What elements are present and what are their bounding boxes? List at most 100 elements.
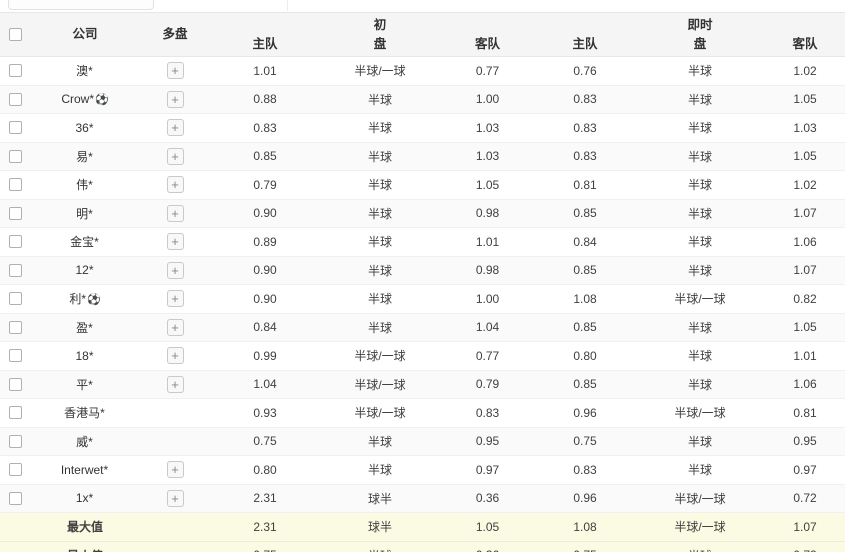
row-checkbox[interactable]: [9, 207, 22, 220]
initial-away-odds: 1.05: [440, 178, 535, 192]
initial-handicap-line: 半球: [320, 262, 440, 279]
live-handicap-line: 半球/一球: [635, 404, 765, 421]
live-handicap-line: 半球: [635, 176, 765, 193]
row-checkbox[interactable]: [9, 64, 22, 77]
expand-plus-button[interactable]: +: [167, 290, 184, 307]
summary-live-away: 1.07: [765, 520, 845, 534]
expand-plus-button[interactable]: +: [167, 461, 184, 478]
expand-plus-button[interactable]: +: [167, 319, 184, 336]
initial-home-odds: 1.04: [210, 377, 320, 391]
live-home-odds: 0.83: [535, 121, 635, 135]
initial-away-odds: 1.00: [440, 292, 535, 306]
live-away-odds: 0.81: [765, 406, 845, 420]
initial-home-odds: 0.89: [210, 235, 320, 249]
expand-plus-button[interactable]: +: [167, 262, 184, 279]
live-home-odds: 0.85: [535, 263, 635, 277]
table-row: 36* + 0.83 半球 1.03 0.83 半球 1.03: [0, 114, 845, 143]
row-checkbox[interactable]: [9, 178, 22, 191]
live-away-odds: 1.02: [765, 64, 845, 78]
live-handicap-line: 半球: [635, 91, 765, 108]
table-row: 18* + 0.99 半球/一球 0.77 0.80 半球 1.01: [0, 342, 845, 371]
initial-home-odds: 0.88: [210, 92, 320, 106]
header-live-handicap: 即时 盘: [635, 16, 765, 54]
row-checkbox[interactable]: [9, 349, 22, 362]
row-checkbox-cell: [0, 492, 30, 505]
company-cell: Interwet*: [30, 463, 140, 477]
expand-plus-button[interactable]: +: [167, 91, 184, 108]
initial-away-odds: 0.79: [440, 377, 535, 391]
row-checkbox[interactable]: [9, 378, 22, 391]
live-handicap-line: 半球: [635, 119, 765, 136]
table-row: 1x* + 2.31 球半 0.36 0.96 半球/一球 0.72: [0, 485, 845, 514]
initial-away-odds: 0.77: [440, 349, 535, 363]
expand-plus-button[interactable]: +: [167, 376, 184, 393]
live-away-odds: 1.03: [765, 121, 845, 135]
row-checkbox[interactable]: [9, 121, 22, 134]
row-checkbox[interactable]: [9, 321, 22, 334]
initial-home-odds: 0.90: [210, 292, 320, 306]
company-cell: 伟*: [30, 176, 140, 193]
select-all-cell: [0, 28, 30, 41]
company-name: 盈*: [76, 321, 93, 335]
multi-odds-cell: +: [140, 262, 210, 279]
initial-away-odds: 1.03: [440, 149, 535, 163]
multi-odds-cell: +: [140, 376, 210, 393]
table-row: Crow*⚽ + 0.88 半球 1.00 0.83 半球 1.05: [0, 86, 845, 115]
table-row: 明* + 0.90 半球 0.98 0.85 半球 1.07: [0, 200, 845, 229]
live-away-odds: 0.95: [765, 434, 845, 448]
multi-odds-cell: +: [140, 461, 210, 478]
row-checkbox[interactable]: [9, 93, 22, 106]
initial-handicap-line: 半球/一球: [320, 347, 440, 364]
expand-plus-button[interactable]: +: [167, 62, 184, 79]
table-row: 利*⚽ + 0.90 半球 1.00 1.08 半球/一球 0.82: [0, 285, 845, 314]
expand-plus-button[interactable]: +: [167, 490, 184, 507]
expand-plus-button[interactable]: +: [167, 148, 184, 165]
toolbar-divider: [287, 0, 288, 11]
company-cell: 明*: [30, 205, 140, 222]
initial-away-odds: 0.95: [440, 434, 535, 448]
row-checkbox-cell: [0, 406, 30, 419]
multi-odds-cell: +: [140, 62, 210, 79]
clipped-toolbar: [0, 0, 845, 12]
row-checkbox-cell: [0, 64, 30, 77]
table-body: 澳* + 1.01 半球/一球 0.77 0.76 半球 1.02 Crow*⚽…: [0, 57, 845, 513]
select-all-checkbox[interactable]: [9, 28, 22, 41]
company-name: 明*: [76, 207, 93, 221]
row-checkbox[interactable]: [9, 292, 22, 305]
row-checkbox-cell: [0, 121, 30, 134]
row-checkbox-cell: [0, 150, 30, 163]
expand-plus-button[interactable]: +: [167, 119, 184, 136]
initial-handicap-line: 半球/一球: [320, 376, 440, 393]
initial-away-odds: 0.98: [440, 263, 535, 277]
initial-home-odds: 0.85: [210, 149, 320, 163]
initial-home-odds: 1.01: [210, 64, 320, 78]
initial-handicap-line: 半球: [320, 205, 440, 222]
live-away-odds: 1.05: [765, 149, 845, 163]
expand-plus-button[interactable]: +: [167, 347, 184, 364]
company-name: 36*: [75, 121, 93, 135]
row-checkbox[interactable]: [9, 463, 22, 476]
row-checkbox[interactable]: [9, 406, 22, 419]
summary-live-home: 1.08: [535, 520, 635, 534]
row-checkbox[interactable]: [9, 150, 22, 163]
soccer-ball-icon: ⚽: [87, 293, 101, 306]
row-checkbox[interactable]: [9, 435, 22, 448]
initial-handicap-line: 半球: [320, 290, 440, 307]
header-live-away: 客队: [765, 16, 845, 54]
row-checkbox[interactable]: [9, 264, 22, 277]
row-checkbox[interactable]: [9, 235, 22, 248]
live-home-odds: 0.76: [535, 64, 635, 78]
row-checkbox[interactable]: [9, 492, 22, 505]
expand-plus-button[interactable]: +: [167, 233, 184, 250]
expand-plus-button[interactable]: +: [167, 205, 184, 222]
company-cell: 36*: [30, 121, 140, 135]
expand-plus-button[interactable]: +: [167, 176, 184, 193]
initial-away-odds: 0.98: [440, 206, 535, 220]
multi-odds-cell: +: [140, 176, 210, 193]
initial-home-odds: 0.99: [210, 349, 320, 363]
table-row: 易* + 0.85 半球 1.03 0.83 半球 1.05: [0, 143, 845, 172]
table-row: 盈* + 0.84 半球 1.04 0.85 半球 1.05: [0, 314, 845, 343]
initial-away-odds: 0.97: [440, 463, 535, 477]
summary-initial-home: 2.31: [210, 520, 320, 534]
initial-handicap-line: 半球: [320, 319, 440, 336]
